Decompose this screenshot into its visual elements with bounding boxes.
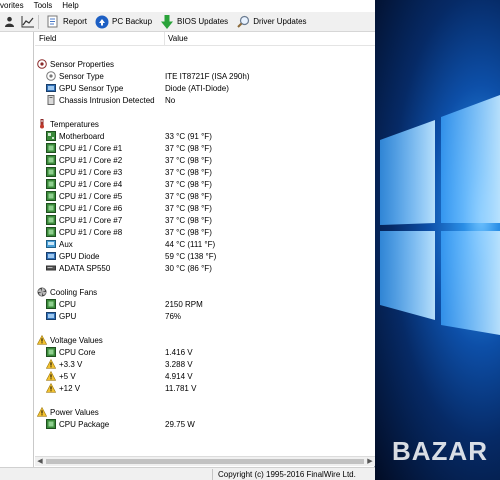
cpu-icon [46, 167, 56, 177]
status-bar: Copyright (c) 1995-2016 FinalWire Ltd. [0, 467, 375, 480]
list-item[interactable]: Sensor Type ITE IT8721F (ISA 290h) [35, 70, 375, 82]
list-item[interactable]: CPU Core 1.416 V [35, 346, 375, 358]
list-item[interactable]: CPU #1 / Core #6 37 °C (98 °F) [35, 202, 375, 214]
user-icon[interactable] [2, 15, 16, 29]
list-item[interactable]: GPU 76% [35, 310, 375, 322]
menu-bar: vorites Tools Help [0, 0, 375, 12]
cpu-icon [46, 155, 56, 165]
menu-help[interactable]: Help [57, 0, 83, 12]
column-header-field[interactable]: Field [35, 32, 165, 46]
pc-backup-label: PC Backup [112, 17, 153, 26]
list-item[interactable]: Aux 44 °C (111 °F) [35, 238, 375, 250]
thermometer-icon [37, 119, 47, 129]
cpu-icon [46, 227, 56, 237]
sensor-chip-icon [46, 71, 56, 81]
bios-updates-button[interactable]: BIOS Updates [157, 13, 231, 31]
warning-icon [46, 383, 56, 393]
report-button[interactable]: Report [43, 13, 90, 31]
driver-updates-label: Driver Updates [253, 17, 307, 26]
toolbar-separator [38, 14, 39, 29]
list-item[interactable]: ADATA SP550 30 °C (86 °F) [35, 262, 375, 274]
drive-icon [46, 263, 56, 273]
list-header: Field Value [35, 32, 375, 46]
motherboard-icon [46, 131, 56, 141]
group-cooling-fans[interactable]: Cooling Fans [35, 286, 375, 298]
list-item[interactable]: CPU #1 / Core #3 37 °C (98 °F) [35, 166, 375, 178]
desktop-wallpaper [375, 0, 500, 480]
scrollbar-thumb[interactable] [46, 459, 364, 464]
warning-icon [46, 359, 56, 369]
list-item[interactable]: +3.3 V 3.288 V [35, 358, 375, 370]
aux-icon [46, 239, 56, 249]
list-item[interactable]: Chassis Intrusion Detected No [35, 94, 375, 106]
report-icon [46, 15, 60, 29]
column-header-value[interactable]: Value [165, 32, 188, 46]
chassis-icon [46, 95, 56, 105]
cpu-icon [46, 347, 56, 357]
warning-icon [37, 335, 47, 345]
list-item[interactable]: CPU #1 / Core #8 37 °C (98 °F) [35, 226, 375, 238]
magnifier-icon [236, 15, 250, 29]
cpu-icon [46, 203, 56, 213]
group-voltage-values[interactable]: Voltage Values [35, 334, 375, 346]
group-power-values[interactable]: Power Values [35, 406, 375, 418]
backup-icon [95, 15, 109, 29]
menu-favorites[interactable]: vorites [0, 0, 29, 12]
list-item[interactable]: GPU Diode 59 °C (138 °F) [35, 250, 375, 262]
cpu-icon [46, 419, 56, 429]
sensor-list[interactable]: Field Value Sensor Properties Sensor Typ… [35, 32, 375, 456]
gpu-icon [46, 83, 56, 93]
scroll-left-icon[interactable]: ◀ [35, 457, 45, 467]
report-label: Report [63, 17, 88, 26]
group-sensor-properties[interactable]: Sensor Properties [35, 58, 375, 70]
download-arrow-icon [160, 14, 174, 29]
cpu-icon [46, 143, 56, 153]
scroll-right-icon[interactable]: ▶ [365, 457, 375, 467]
windows-logo-icon [380, 95, 500, 335]
list-item[interactable]: CPU #1 / Core #4 37 °C (98 °F) [35, 178, 375, 190]
list-item[interactable]: Motherboard 33 °C (91 °F) [35, 130, 375, 142]
group-temperatures[interactable]: Temperatures [35, 118, 375, 130]
fan-icon [37, 287, 47, 297]
horizontal-scrollbar[interactable]: ◀ ▶ [35, 456, 375, 466]
cpu-icon [46, 191, 56, 201]
app-window: vorites Tools Help Report PC Backup BIOS… [0, 0, 375, 480]
menu-tools[interactable]: Tools [29, 0, 58, 12]
bios-updates-label: BIOS Updates [177, 17, 229, 26]
list-item[interactable]: CPU #1 / Core #2 37 °C (98 °F) [35, 154, 375, 166]
gpu-icon [46, 311, 56, 321]
copyright-text: Copyright (c) 1995-2016 FinalWire Ltd. [218, 470, 356, 479]
list-item[interactable]: +12 V 11.781 V [35, 382, 375, 394]
sensor-properties-icon [37, 59, 47, 69]
list-item[interactable]: CPU #1 / Core #5 37 °C (98 °F) [35, 190, 375, 202]
status-divider [212, 469, 213, 480]
cpu-icon [46, 299, 56, 309]
watermark-text: BAZAR [392, 436, 488, 466]
warning-icon [37, 407, 47, 417]
toolbar: Report PC Backup BIOS Updates Driver Upd… [0, 12, 375, 32]
driver-updates-button[interactable]: Driver Updates [233, 13, 309, 31]
list-item[interactable]: +5 V 4.914 V [35, 370, 375, 382]
cpu-icon [46, 179, 56, 189]
benchmark-chart-icon[interactable] [20, 15, 34, 29]
list-item[interactable]: CPU Package 29.75 W [35, 418, 375, 430]
pc-backup-button[interactable]: PC Backup [92, 13, 155, 31]
list-item[interactable]: CPU #1 / Core #7 37 °C (98 °F) [35, 214, 375, 226]
list-item[interactable]: CPU 2150 RPM [35, 298, 375, 310]
cpu-icon [46, 215, 56, 225]
warning-icon [46, 371, 56, 381]
list-item[interactable]: CPU #1 / Core #1 37 °C (98 °F) [35, 142, 375, 154]
navigation-tree-pane[interactable] [0, 32, 34, 468]
gpu-icon [46, 251, 56, 261]
list-item[interactable]: GPU Sensor Type Diode (ATI-Diode) [35, 82, 375, 94]
